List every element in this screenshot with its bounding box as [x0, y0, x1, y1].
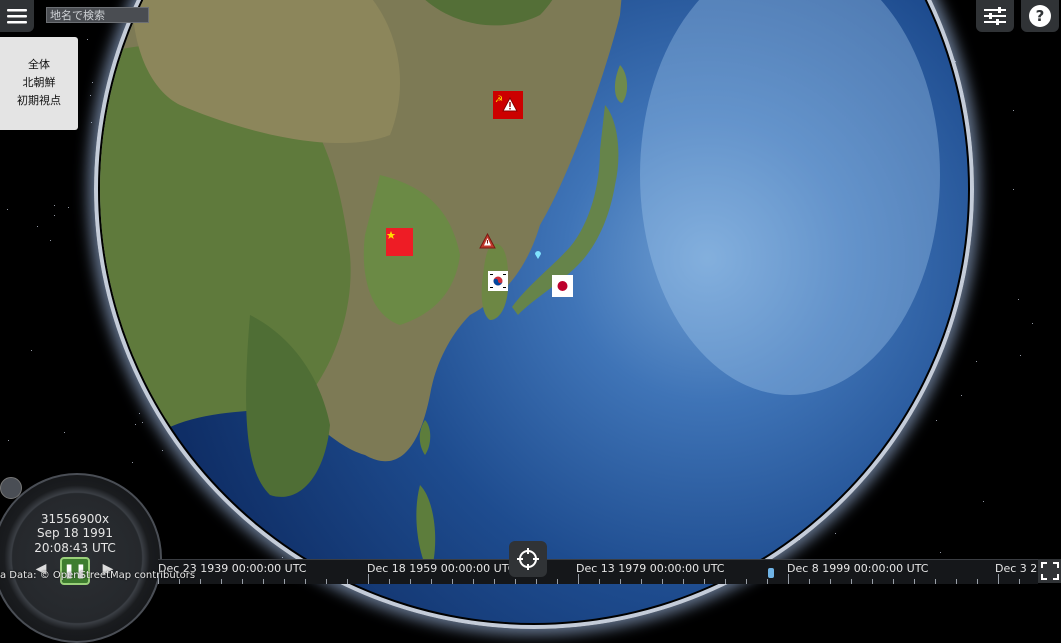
star [983, 501, 984, 502]
timeline-label: Dec 18 1959 00:00:00 UTC [367, 562, 516, 575]
timeline-tick [872, 579, 873, 584]
globe[interactable] [100, 0, 968, 623]
timeline-tick [893, 579, 894, 584]
marker-warning-korea[interactable] [479, 232, 496, 253]
star [54, 205, 55, 206]
timeline-tick [347, 579, 348, 584]
location-pin-icon [535, 251, 541, 259]
star [50, 240, 51, 241]
credits[interactable]: a Data: © OpenStreetMap contributors [0, 570, 195, 581]
globe-terrain [100, 0, 940, 575]
timeline-tick [662, 579, 663, 584]
view-item-initial[interactable]: 初期視点 [17, 92, 61, 110]
timeline-tick [641, 579, 642, 584]
timeline-tick [515, 579, 516, 584]
soviet-flag-icon: ☭ [493, 91, 523, 119]
view-item-all[interactable]: 全体 [28, 56, 50, 74]
timeline-tick [242, 579, 243, 584]
marker-japan-flag[interactable] [552, 275, 573, 297]
marker-soviet-flag[interactable]: ☭ [493, 91, 523, 119]
search-input[interactable] [46, 7, 149, 23]
question-icon: ? [1029, 5, 1051, 27]
star [68, 207, 69, 208]
timeline-tick [389, 579, 390, 584]
timeline-tick [221, 579, 222, 584]
timeline-tick [494, 579, 495, 584]
marker-point[interactable] [535, 244, 541, 263]
timeline[interactable]: Dec 23 1939 00:00:00 UTC Dec 18 1959 00:… [158, 559, 1038, 584]
star [976, 361, 977, 362]
timeline-tick [410, 579, 411, 584]
animation-time: 20:08:43 UTC [34, 541, 116, 555]
star [1020, 355, 1021, 356]
menu-button[interactable] [0, 0, 34, 32]
timeline-tick [200, 579, 201, 584]
timeline-label: Dec 8 1999 00:00:00 UTC [787, 562, 929, 575]
timeline-label: Dec 3 2 [995, 562, 1038, 575]
view-panel: 全体 北朝鮮 初期視点 [0, 37, 78, 130]
star [54, 215, 55, 216]
star [1013, 189, 1014, 190]
help-button[interactable]: ? [1021, 0, 1059, 32]
timeline-tick [431, 579, 432, 584]
timeline-tick [830, 579, 831, 584]
star [7, 209, 8, 210]
timeline-tick [914, 579, 915, 584]
star [31, 350, 32, 351]
timeline-tick [305, 579, 306, 584]
timeline-tick [1019, 579, 1020, 584]
timeline-tick [977, 579, 978, 584]
fullscreen-button[interactable] [1038, 559, 1061, 583]
star [92, 82, 93, 83]
timeline-tick [452, 579, 453, 584]
star [8, 440, 9, 441]
star [1013, 110, 1014, 111]
timeline-tick [851, 579, 852, 584]
timeline-tick [767, 579, 768, 584]
home-view-button[interactable] [509, 541, 547, 577]
star [1018, 299, 1019, 300]
svg-text:☭: ☭ [495, 95, 503, 105]
star [1032, 323, 1033, 324]
china-flag-icon [386, 228, 413, 256]
animation-speed: 31556900x [40, 512, 110, 526]
star [37, 226, 38, 227]
timeline-needle[interactable] [768, 568, 774, 578]
timeline-tick [683, 579, 684, 584]
fullscreen-icon [1040, 562, 1059, 580]
timeline-tick [326, 579, 327, 584]
view-item-north-korea[interactable]: 北朝鮮 [23, 74, 56, 92]
timeline-tick [935, 579, 936, 584]
timeline-tick [557, 579, 558, 584]
star [87, 39, 88, 40]
timeline-tick [809, 579, 810, 584]
crosshair-icon [517, 548, 539, 570]
warning-icon [479, 232, 496, 249]
timeline-tick [704, 579, 705, 584]
timeline-tick [725, 579, 726, 584]
timeline-tick [599, 579, 600, 584]
star [64, 432, 65, 433]
star [91, 122, 92, 123]
timeline-tick [620, 579, 621, 584]
timeline-tick [284, 579, 285, 584]
svg-text:?: ? [1036, 7, 1045, 25]
settings-button[interactable] [976, 0, 1014, 32]
timeline-tick [473, 579, 474, 584]
south-korea-flag-icon [488, 271, 508, 291]
japan-flag-icon [552, 275, 573, 297]
globe-surface[interactable] [100, 0, 968, 623]
marker-china-flag[interactable] [386, 228, 413, 256]
timeline-tick [746, 579, 747, 584]
hamburger-icon [7, 9, 27, 24]
timeline-tick [263, 579, 264, 584]
timeline-label: Dec 13 1979 00:00:00 UTC [576, 562, 725, 575]
clock-speed-button[interactable] [0, 477, 22, 499]
star [90, 95, 91, 96]
timeline-tick [536, 579, 537, 584]
animation-date: Sep 18 1991 [36, 526, 114, 540]
marker-south-korea-flag[interactable] [488, 271, 508, 291]
sliders-icon [984, 7, 1006, 25]
timeline-tick [956, 579, 957, 584]
